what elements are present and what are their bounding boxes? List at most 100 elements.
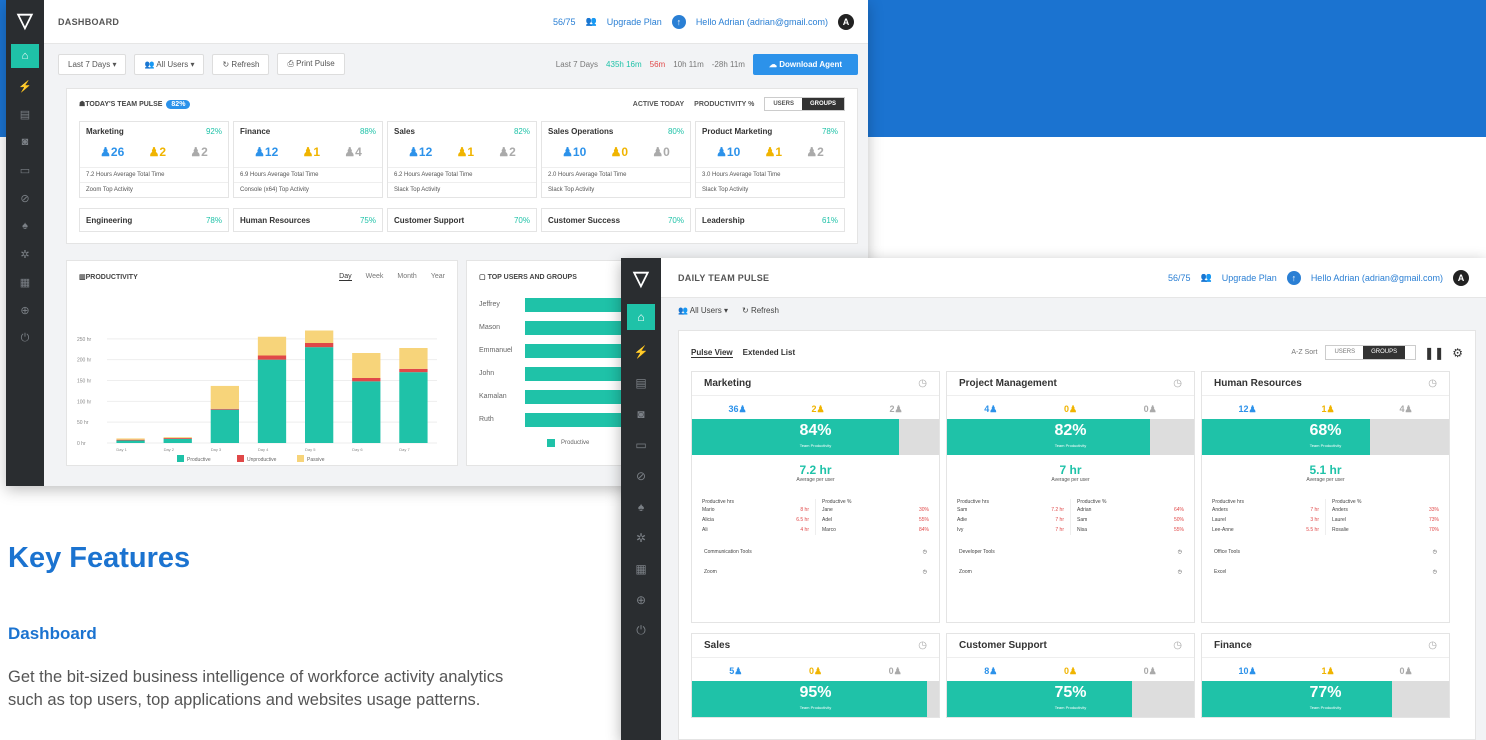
refresh-button[interactable]: ↻ Refresh (742, 306, 779, 315)
library-icon[interactable]: ▦ (621, 553, 661, 584)
block-icon[interactable]: ⊘ (6, 184, 44, 212)
clock-icon[interactable]: ◷ (918, 640, 927, 651)
department-card[interactable]: Sales Operations 80% ♟10 ♟0 ♟0 2.0 Hours Aver… (541, 121, 691, 198)
bar-passive[interactable] (257, 336, 287, 356)
bar-passive[interactable] (163, 437, 192, 438)
power-icon[interactable]: ⏻ (6, 324, 44, 352)
tool-row[interactable]: Office Tools ◷ (1202, 535, 1449, 555)
sort-active[interactable]: ACTIVE TODAY (633, 101, 684, 108)
clock-icon[interactable]: ◷ (1433, 549, 1437, 555)
avatar[interactable]: A (1453, 269, 1469, 286)
clock-icon[interactable]: ◷ (1428, 640, 1437, 651)
settings-icon[interactable]: ✲ (6, 240, 44, 268)
refresh-button[interactable]: ↻ Refresh (212, 53, 270, 75)
toggle-users[interactable]: USERS (1326, 346, 1363, 359)
tab-day[interactable]: Day (339, 273, 352, 281)
bar-passive[interactable] (210, 385, 239, 409)
tool-row[interactable]: Developer Tools ◷ (947, 535, 1194, 555)
department-card[interactable]: Customer Support 70% (387, 208, 537, 232)
toggle-users[interactable]: USERS (765, 98, 802, 110)
users-groups-toggle[interactable]: USERS GROUPS (764, 97, 845, 111)
upgrade-icon[interactable]: ↑ (1286, 270, 1301, 285)
settings-icon[interactable]: ✲ (621, 522, 661, 553)
upgrade-link[interactable]: Upgrade Plan (607, 17, 662, 27)
tab-extended-list[interactable]: Extended List (743, 348, 795, 357)
team-card[interactable]: Marketing ◷ 36♟ 2♟ 2♟ 84% Team Productivity 7.2… (691, 371, 940, 623)
bar-passive[interactable] (399, 348, 428, 369)
power-icon[interactable]: ⏻ (621, 615, 661, 646)
upgrade-icon[interactable]: ↑ (671, 14, 686, 29)
bar-unproductive[interactable] (210, 408, 239, 410)
bar-unproductive[interactable] (163, 438, 192, 439)
home-icon[interactable]: ⌂ (11, 44, 39, 68)
bar-productive[interactable] (116, 440, 145, 444)
clock-icon[interactable]: ◷ (1433, 569, 1437, 575)
report-icon[interactable]: ▤ (621, 367, 661, 398)
toggle-groups[interactable]: GROUPS (801, 98, 844, 110)
department-card[interactable]: Customer Success 70% (541, 208, 691, 232)
alert-icon[interactable]: ♠ (6, 212, 44, 240)
sort-productivity[interactable]: PRODUCTIVITY % (694, 101, 754, 108)
bar-productive[interactable] (163, 438, 192, 443)
tool-row[interactable]: Excel ◷ (1202, 555, 1449, 575)
home-icon[interactable]: ⌂ (627, 304, 655, 330)
users-groups-toggle[interactable]: USERS GROUPS (1325, 345, 1417, 360)
department-card[interactable]: Leadership 61% (695, 208, 845, 232)
activity-icon[interactable]: ⚡ (621, 336, 661, 367)
alert-icon[interactable]: ♠ (621, 491, 661, 522)
block-icon[interactable]: ⊘ (621, 460, 661, 491)
department-card[interactable]: Human Resources 75% (233, 208, 383, 232)
tab-year[interactable]: Year (431, 273, 445, 281)
department-card[interactable]: Finance 88% ♟12 ♟1 ♟4 6.9 Hours Average Total… (233, 121, 383, 198)
camera-icon[interactable]: ◙ (621, 398, 661, 429)
users-dropdown[interactable]: 👥 All Users ▾ (678, 306, 728, 315)
sort-button[interactable]: A-Z Sort (1291, 349, 1317, 356)
clock-icon[interactable]: ◷ (918, 378, 927, 389)
users-dropdown[interactable]: 👥 All Users ▾ (134, 53, 205, 75)
bar-unproductive[interactable] (257, 355, 287, 360)
clock-icon[interactable]: ◷ (1173, 378, 1182, 389)
activity-icon[interactable]: ⚡ (6, 72, 44, 100)
clock-icon[interactable]: ◷ (923, 569, 927, 575)
tool-row[interactable]: Communication Tools ◷ (692, 535, 939, 555)
message-icon[interactable]: ▭ (6, 156, 44, 184)
pause-icon[interactable]: ❚❚ (1424, 346, 1444, 360)
range-dropdown[interactable]: Last 7 Days ▾ (58, 53, 127, 75)
globe-icon[interactable]: ⊕ (621, 584, 661, 615)
bar-unproductive[interactable] (305, 343, 334, 348)
camera-icon[interactable]: ◙ (6, 128, 44, 156)
department-card[interactable]: Product Marketing 78% ♟10 ♟1 ♟2 3.0 Hours Ave… (695, 121, 845, 198)
team-card[interactable]: Project Management ◷ 4♟ 0♟ 0♟ 82% Team Product… (946, 371, 1195, 623)
bar-passive[interactable] (305, 330, 334, 344)
team-card[interactable]: Customer Support ◷ 8♟ 0♟ 0♟ 75% Team Productiv… (946, 633, 1195, 718)
tool-row[interactable]: Zoom ◷ (947, 555, 1194, 575)
bar-unproductive[interactable] (399, 368, 428, 373)
bar-unproductive[interactable] (116, 439, 145, 441)
department-card[interactable]: Marketing 92% ♟26 ♟2 ♟2 7.2 Hours Average Tot… (79, 121, 229, 198)
bar-productive[interactable] (210, 409, 239, 443)
department-card[interactable]: Sales 82% ♟12 ♟1 ♟2 6.2 Hours Average Total T… (387, 121, 537, 198)
toggle-groups[interactable]: GROUPS (1363, 346, 1406, 359)
gear-icon[interactable]: ⚙ (1452, 346, 1463, 360)
clock-icon[interactable]: ◷ (1178, 549, 1182, 555)
team-card[interactable]: Finance ◷ 10♟ 1♟ 0♟ 77% Team Productivity (1201, 633, 1450, 718)
department-card[interactable]: Engineering 78% (79, 208, 229, 232)
clock-icon[interactable]: ◷ (1173, 640, 1182, 651)
clock-icon[interactable]: ◷ (1178, 569, 1182, 575)
download-agent-button[interactable]: ☁ Download Agent (752, 53, 858, 75)
tool-row[interactable]: Zoom ◷ (692, 555, 939, 575)
library-icon[interactable]: ▦ (6, 268, 44, 296)
bar-passive[interactable] (116, 438, 145, 440)
bar-unproductive[interactable] (352, 378, 381, 382)
upgrade-link[interactable]: Upgrade Plan (1222, 273, 1277, 283)
bar-productive[interactable] (257, 359, 287, 443)
message-icon[interactable]: ▭ (621, 429, 661, 460)
bar-productive[interactable] (399, 372, 428, 443)
report-icon[interactable]: ▤ (6, 100, 44, 128)
tab-pulse-view[interactable]: Pulse View (691, 348, 733, 358)
bar-productive[interactable] (352, 381, 381, 443)
bar-productive[interactable] (305, 347, 334, 443)
tab-week[interactable]: Week (366, 273, 384, 281)
team-card[interactable]: Sales ◷ 5♟ 0♟ 0♟ 95% Team Productivity (691, 633, 940, 718)
globe-icon[interactable]: ⊕ (6, 296, 44, 324)
